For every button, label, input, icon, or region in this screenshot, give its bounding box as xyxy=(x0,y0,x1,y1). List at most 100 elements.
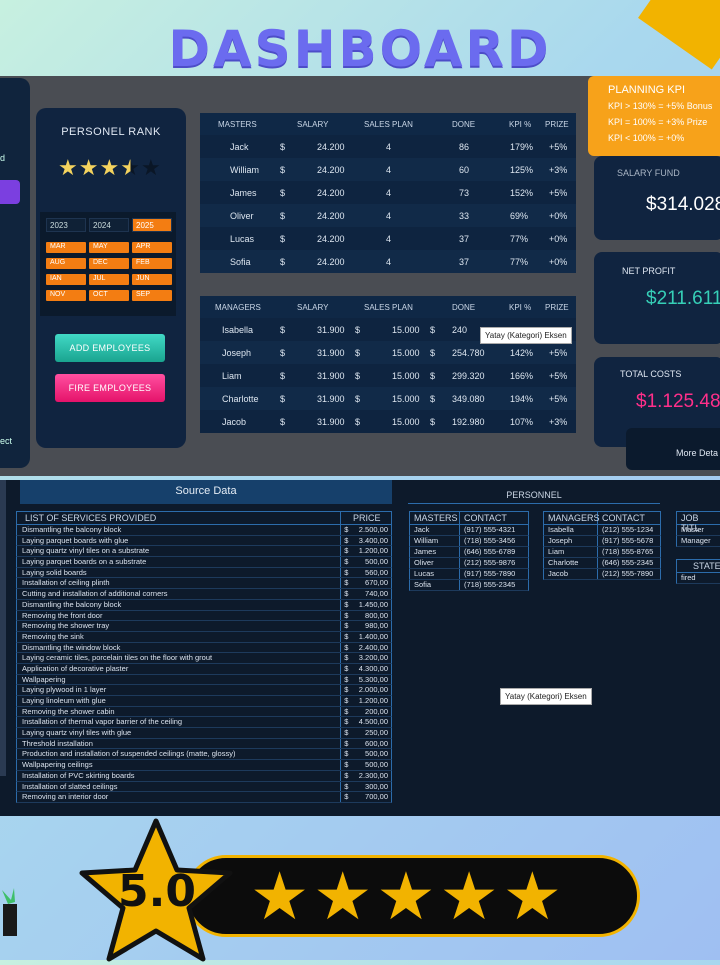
service-price: $3.400,00 xyxy=(341,536,391,546)
service-name: Application of decorative plaster xyxy=(17,663,342,674)
table-row[interactable]: Charlotte $31.900 $15.000 $349.080 194% +5% xyxy=(200,387,576,410)
table-row[interactable]: Lucas $24.200 4 37 77% +0% xyxy=(200,227,576,250)
manager-name: Jacob xyxy=(222,416,247,427)
currency: $ xyxy=(430,347,436,358)
table-row[interactable]: Liam $31.900 $15.000 $299.320 166% +5% xyxy=(200,364,576,387)
master-name: Jack xyxy=(230,141,249,152)
star-icon: ★ xyxy=(502,859,566,933)
service-name: Installation of PVC skirting boards xyxy=(17,770,342,781)
page-title: DASHBOARD xyxy=(168,20,552,78)
service-name: Installation of ceiling plinth xyxy=(17,578,342,589)
service-price: $2.400,00 xyxy=(341,643,391,653)
done-value: 299.320 xyxy=(452,370,485,381)
masters-header: MASTERS SALARY SALES PLAN DONE KPI % PRI… xyxy=(200,113,576,135)
month-button[interactable]: APR xyxy=(132,242,172,253)
prize-value: +5% xyxy=(549,393,568,404)
personnel-managers-table: MANAGERS CONTACT Isabella (212) 555-1234 Jo… xyxy=(543,511,661,580)
table-row[interactable]: Oliver $24.200 4 33 69% +0% xyxy=(200,204,576,227)
month-button[interactable]: MAR xyxy=(46,242,86,253)
currency: $ xyxy=(344,610,349,620)
year-2025[interactable]: 2025 xyxy=(132,218,172,232)
add-employees-button[interactable]: ADD EMPLOYEES xyxy=(55,334,165,362)
fire-employees-button[interactable]: FIRE EMPLOYEES xyxy=(55,374,165,402)
list-item: Laying parquet boards on a substrate $500… xyxy=(16,557,392,568)
month-button[interactable]: NOV xyxy=(46,290,86,301)
price-value: 2.000,00 xyxy=(358,685,388,695)
more-details-button[interactable]: More Deta xyxy=(626,428,720,470)
table-row[interactable]: James $24.200 4 73 152% +5% xyxy=(200,181,576,204)
list-item: Wallpapering ceilings $500,00 xyxy=(16,760,392,771)
star-icon: ★ xyxy=(250,859,314,933)
price-value: 500,00 xyxy=(365,557,388,567)
left-panel-button[interactable] xyxy=(0,180,20,204)
month-button[interactable]: MAY xyxy=(89,242,129,253)
month-button[interactable]: AUG xyxy=(46,258,86,269)
sales-plan-value: 15.000 xyxy=(392,370,420,381)
col-header: MASTERS xyxy=(410,512,460,524)
service-name: Laying solid boards xyxy=(17,567,342,578)
month-button[interactable]: DEC xyxy=(89,258,129,269)
month-button[interactable]: JUN xyxy=(132,274,172,285)
price-value: 1.200,00 xyxy=(358,546,388,556)
service-name: Removing the shower tray xyxy=(17,621,342,631)
col-header: CONTACT xyxy=(464,513,507,523)
personel-rank-panel: PERSONEL RANK ★★★★★ 2023 2024 2025 MAR M… xyxy=(36,108,186,448)
star-icon: ★ xyxy=(78,155,100,180)
sales-plan-value: 15.000 xyxy=(392,324,420,335)
list-item: Laying linoleum with glue $1.200,00 xyxy=(16,696,392,707)
service-name: Cutting and installation of additional c… xyxy=(17,589,342,599)
list-item: Lucas (917) 555-7890 xyxy=(409,569,529,580)
manager-name: Liam xyxy=(222,370,242,381)
year-2023[interactable]: 2023 xyxy=(46,218,86,232)
month-button[interactable]: JUL xyxy=(89,274,129,285)
list-item: Dismantling the balcony block $2.500,00 xyxy=(16,525,392,536)
list-item: Laying parquet boards with glue $3.400,00 xyxy=(16,535,392,547)
service-name: Wallpapering ceilings xyxy=(17,760,342,770)
table-row[interactable]: William $24.200 4 60 125% +3% xyxy=(200,158,576,181)
table-row[interactable]: Jacob $31.900 $15.000 $192.980 107% +3% xyxy=(200,410,576,433)
currency: $ xyxy=(430,370,436,381)
col-header: PRIZE xyxy=(545,302,569,312)
service-price: $670,00 xyxy=(341,578,391,588)
service-price: $500,00 xyxy=(341,760,391,770)
salary-value: 31.900 xyxy=(317,393,345,404)
service-price: $2.000,00 xyxy=(341,685,391,695)
list-item: Oliver (212) 555-9876 xyxy=(409,558,529,569)
price-value: 4.300,00 xyxy=(358,663,388,673)
person-contact: (212) 555-1234 xyxy=(602,525,654,534)
table-row[interactable]: Joseph $31.900 $15.000 $254.780 142% +5% xyxy=(200,341,576,364)
service-name: Wallpapering xyxy=(17,674,342,685)
price-value: 2.500,00 xyxy=(358,525,388,534)
prize-value: +5% xyxy=(549,141,568,152)
service-price: $700,00 xyxy=(341,792,391,802)
table-row[interactable]: Jack $24.200 4 86 179% +5% xyxy=(200,135,576,158)
currency: $ xyxy=(280,393,286,404)
prize-value: +5% xyxy=(549,370,568,381)
month-button[interactable]: FEB xyxy=(132,258,172,269)
price-value: 980,00 xyxy=(365,621,388,631)
person-contact: (646) 555-2345 xyxy=(602,558,654,567)
person-contact: (917) 555-7890 xyxy=(464,569,516,578)
star-icon: ★ xyxy=(439,859,503,933)
person-contact: (917) 555-5678 xyxy=(602,536,654,545)
sales-plan-value: 4 xyxy=(386,256,392,267)
service-price: $200,00 xyxy=(341,707,391,717)
currency: $ xyxy=(344,631,349,641)
month-button[interactable]: OCT xyxy=(89,290,129,301)
table-row[interactable]: Sofia $24.200 4 37 77% +0% xyxy=(200,250,576,273)
salary-value: 24.200 xyxy=(317,210,345,221)
done-value: 86 xyxy=(459,141,470,152)
col-header: MANAGERS xyxy=(544,512,600,524)
currency: $ xyxy=(280,256,286,267)
month-button[interactable]: IAN xyxy=(46,274,86,285)
list-item: Liam (718) 555-8765 xyxy=(543,547,661,558)
currency: $ xyxy=(344,706,349,716)
currency: $ xyxy=(355,324,361,335)
service-name: Laying quartz vinyl tiles on a substrate xyxy=(17,546,342,557)
price-value: 2.400,00 xyxy=(358,642,388,652)
year-2024[interactable]: 2024 xyxy=(89,218,129,232)
month-button[interactable]: SEP xyxy=(132,290,172,301)
axis-tooltip-2: Yatay (Kategori) Eksen xyxy=(500,688,592,705)
currency: $ xyxy=(344,535,349,545)
list-item: Joseph (917) 555-5678 xyxy=(543,536,661,547)
